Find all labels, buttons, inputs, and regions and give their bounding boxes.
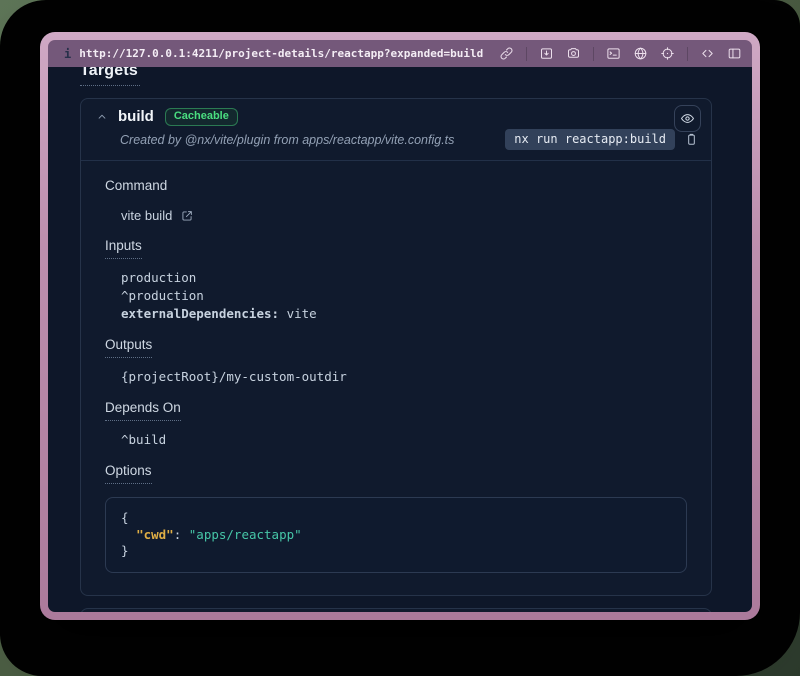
split-panel-icon[interactable] — [727, 46, 742, 61]
json-open-brace: { — [121, 510, 671, 527]
json-cwd-line: "cwd": "apps/reactapp" — [121, 527, 671, 544]
toolbar-divider — [687, 47, 688, 61]
serve-card-header[interactable]: serve vite serve — [81, 609, 711, 612]
json-close-brace: } — [121, 543, 671, 560]
camera-icon[interactable] — [566, 46, 581, 61]
options-json-block: { "cwd": "apps/reactapp" } — [105, 497, 687, 573]
target-name: build — [118, 108, 154, 125]
outputs-section-label: Outputs — [105, 337, 152, 358]
view-target-button[interactable] — [674, 105, 701, 132]
toolbar-divider — [593, 47, 594, 61]
browser-toolbar: i http://127.0.0.1:4211/project-details/… — [48, 40, 752, 67]
terminal-icon[interactable] — [606, 46, 621, 61]
build-card-header[interactable]: build Cacheable — [81, 99, 711, 126]
external-link-icon[interactable] — [180, 209, 194, 223]
toolbar-icon-group — [499, 46, 742, 61]
eye-icon — [680, 111, 695, 126]
project-details-page: Targets build Cacheable — [48, 67, 752, 612]
command-value-row: vite build — [121, 207, 687, 224]
chevron-up-icon — [95, 110, 109, 124]
toolbar-divider — [526, 47, 527, 61]
command-section-label: Command — [105, 178, 167, 194]
target-card-serve: serve vite serve — [80, 608, 712, 612]
link-icon[interactable] — [499, 46, 514, 61]
copy-icon[interactable] — [684, 132, 699, 147]
build-card-meta: Created by @nx/vite/plugin from apps/rea… — [81, 126, 711, 161]
code-icon[interactable] — [700, 46, 715, 61]
build-card-body: Command vite build Inputs production ^pr… — [81, 161, 711, 595]
command-value: vite build — [121, 207, 172, 224]
input-item: ^production — [121, 287, 687, 305]
input-item: production — [121, 269, 687, 287]
address-url[interactable]: http://127.0.0.1:4211/project-details/re… — [79, 47, 483, 60]
inputs-list: production ^production externalDependenc… — [121, 269, 687, 323]
outputs-value: {projectRoot}/my-custom-outdir — [121, 368, 687, 386]
depends-on-section-label: Depends On — [105, 400, 181, 421]
depends-on-value: ^build — [121, 431, 687, 449]
cacheable-badge: Cacheable — [165, 108, 238, 126]
info-icon: i — [64, 47, 71, 61]
created-by-text: Created by @nx/vite/plugin from apps/rea… — [120, 133, 454, 147]
download-icon[interactable] — [539, 46, 554, 61]
run-command-chip: nx run reactapp:build — [505, 129, 675, 150]
target-card-build: build Cacheable Created by @nx/vite/plug… — [80, 98, 712, 596]
browser-window: i http://127.0.0.1:4211/project-details/… — [40, 32, 760, 620]
input-item-external-deps: externalDependencies: vite — [121, 305, 687, 323]
inputs-section-label: Inputs — [105, 238, 142, 259]
globe-icon[interactable] — [633, 46, 648, 61]
crosshair-icon[interactable] — [660, 46, 675, 61]
page-title: Targets — [80, 67, 140, 86]
options-section-label: Options — [105, 463, 152, 484]
